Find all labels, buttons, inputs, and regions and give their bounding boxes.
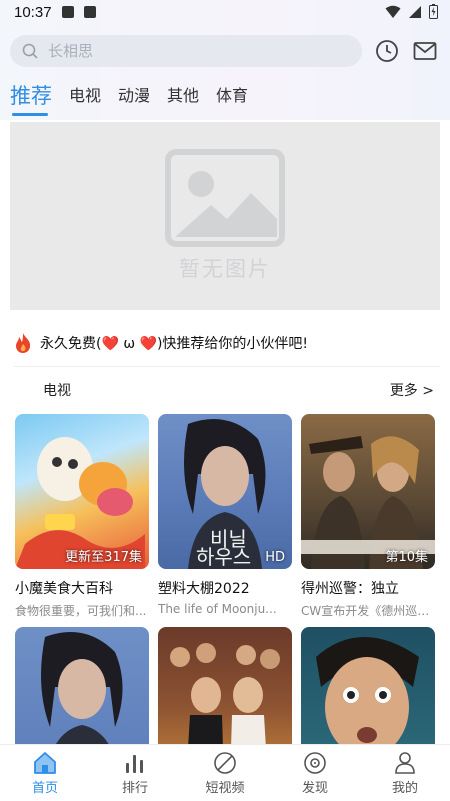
notice-bar: 永久免费(❤️ ω ❤️)快推荐给你的小伙伴吧!	[14, 330, 308, 356]
status-time: 10:37	[14, 4, 52, 21]
nav-mine[interactable]: 我的	[360, 745, 450, 801]
more-link[interactable]: 更多 >	[390, 380, 434, 400]
poster-image: 第10集	[301, 414, 435, 569]
history-icon[interactable]	[375, 39, 399, 63]
poster-image: 更新至317集	[15, 414, 149, 569]
episode-badge: 更新至317集	[65, 550, 142, 565]
tab-sports[interactable]: 体育	[216, 82, 248, 110]
search-bar[interactable]	[10, 35, 362, 67]
card-title: 塑料大棚2022	[158, 581, 250, 597]
nav-ranking[interactable]: 排行	[90, 745, 180, 801]
battery-icon	[429, 4, 438, 19]
episode-badge: 第10集	[385, 550, 428, 565]
quality-badge: HD	[265, 550, 285, 565]
section-title: 电视	[43, 383, 71, 399]
text-notification-icon	[84, 6, 96, 18]
image-placeholder-icon	[165, 149, 285, 247]
banner[interactable]: 暂无图片	[10, 122, 440, 310]
nav-mine-label: 我的	[391, 781, 418, 796]
card-desc: 食物很重要，可我们和...	[15, 604, 147, 618]
card-title: 小魔美食大百科	[15, 581, 113, 597]
nav-short-video[interactable]: 短视频	[180, 745, 270, 801]
tab-tv[interactable]: 电视	[69, 82, 101, 110]
nav-short-video-label: 短视频	[205, 781, 245, 796]
tab-anime[interactable]: 动漫	[118, 82, 150, 110]
bottom-navigation: 首页 排行 短视频 发现 我的	[0, 744, 450, 801]
gallery-notification-icon	[62, 6, 74, 18]
tab-recommend[interactable]: 推荐	[10, 82, 52, 116]
nav-home[interactable]: 首页	[0, 745, 90, 801]
card-title: 得州巡警：独立	[301, 581, 399, 597]
divider	[14, 366, 440, 367]
nav-home-label: 首页	[31, 781, 58, 796]
video-card[interactable]: 第10集 得州巡警：独立 CW宣布开发《德州巡警...	[301, 414, 435, 619]
notice-text: 永久免费(❤️ ω ❤️)快推荐给你的小伙伴吧!	[40, 336, 309, 352]
compass-icon	[214, 752, 236, 774]
card-desc: The life of Moonju...	[158, 602, 277, 616]
poster-art: 비닐 하우스	[184, 419, 266, 569]
signal-icon	[409, 5, 421, 18]
card-desc: CW宣布开发《德州巡警...	[301, 604, 435, 618]
nav-ranking-label: 排行	[121, 781, 148, 796]
status-bar: 10:37	[0, 0, 450, 26]
flame-icon	[16, 333, 31, 353]
svg-text:하우스: 하우스	[196, 545, 251, 569]
banner-placeholder-text: 暂无图片	[179, 257, 271, 281]
nav-discover[interactable]: 发现	[270, 745, 360, 801]
video-card[interactable]: 更新至317集 小魔美食大百科 食物很重要，可我们和...	[15, 414, 149, 619]
nav-discover-label: 发现	[301, 781, 328, 796]
status-right-icons	[385, 4, 438, 19]
search-icon	[22, 43, 38, 59]
tab-other[interactable]: 其他	[167, 82, 199, 110]
category-tabs: 推荐 电视 动漫 其他 体育	[10, 78, 265, 116]
search-input[interactable]	[46, 41, 330, 61]
disc-icon	[304, 752, 326, 774]
bar-chart-icon	[126, 755, 143, 773]
video-card[interactable]: 비닐 하우스 HD 塑料大棚2022 The life of Moonju...	[158, 414, 292, 616]
home-icon	[34, 752, 56, 774]
poster-image: 비닐 하우스 HD	[158, 414, 292, 569]
user-icon	[395, 752, 415, 774]
wifi-icon	[385, 5, 401, 18]
message-icon[interactable]	[413, 39, 437, 63]
